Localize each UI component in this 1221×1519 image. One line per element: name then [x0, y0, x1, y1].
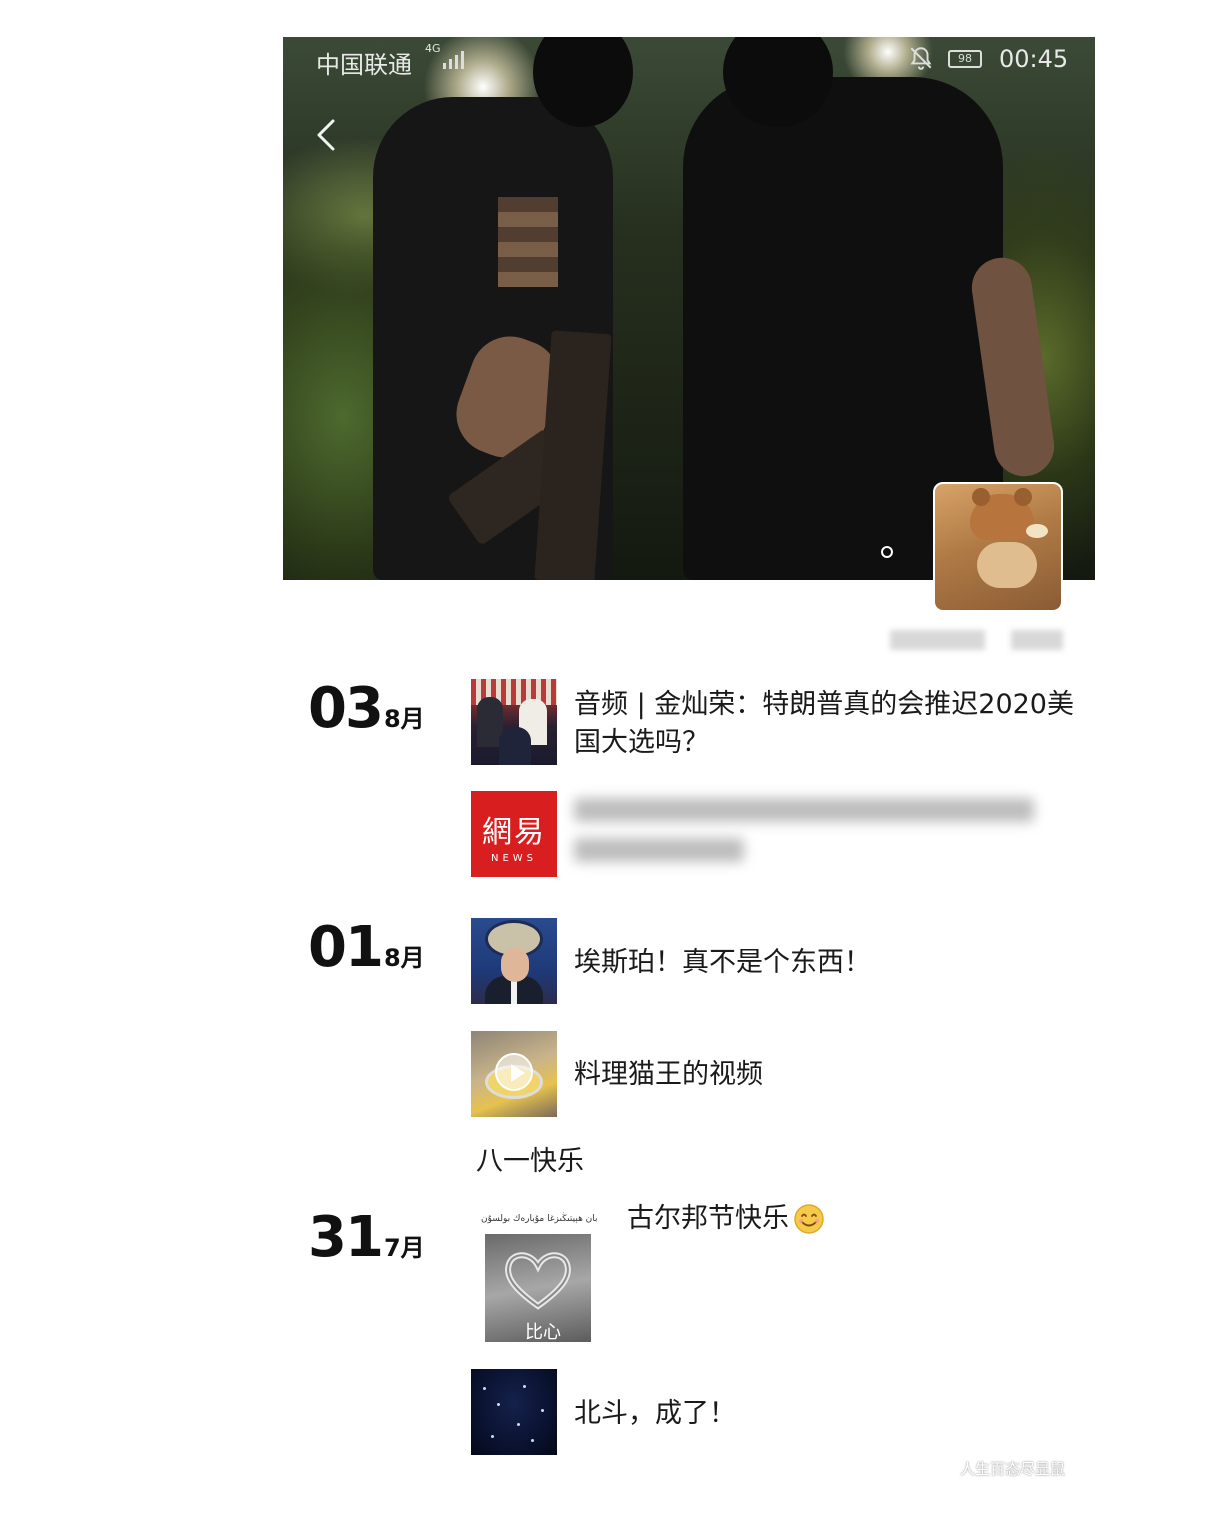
status-bar: 中国联通 4G 98 00:45	[283, 37, 1095, 85]
date-month: 8月	[383, 944, 425, 972]
post-text[interactable]: 音频 | 金灿荣：特朗普真的会推迟2020美国大选吗？	[574, 686, 1074, 762]
post-thumbnail[interactable]	[471, 1369, 557, 1455]
date-day: 03	[308, 676, 384, 741]
bell-off-icon	[908, 45, 934, 77]
watermark: 人生百态尽显鼠	[960, 1460, 1066, 1478]
post-thumbnail[interactable]: قۇربان ھېيتىڭىزغا مۇبارەك بولسۇن 比心	[477, 1210, 597, 1344]
bear-hat	[970, 488, 1048, 540]
post-thumbnail[interactable]: 網易 NEWS	[471, 791, 557, 877]
post-text-blurred[interactable]	[574, 798, 1034, 878]
date-month: 7月	[383, 1234, 425, 1262]
heart-icon	[505, 1252, 571, 1310]
post-thumbnail[interactable]	[471, 918, 557, 1004]
post-text[interactable]: 料理猫王的视频	[574, 1056, 763, 1094]
play-icon[interactable]	[495, 1053, 533, 1091]
clock: 00:45	[999, 45, 1069, 73]
mosaic-blur	[498, 197, 558, 287]
date-day: 01	[308, 915, 384, 980]
netease-news-label: NEWS	[490, 853, 538, 864]
post-text[interactable]: 埃斯珀！真不是个东西！	[574, 944, 871, 982]
date-label: 317月	[308, 1205, 425, 1270]
post-text[interactable]: 古尔邦节快乐	[627, 1200, 789, 1238]
chevron-left-icon	[317, 119, 335, 151]
date-month: 8月	[383, 705, 425, 733]
heart-caption: 比心	[525, 1322, 561, 1343]
post-thumbnail[interactable]	[471, 679, 557, 765]
pager-dot	[881, 546, 893, 558]
date-label: 018月	[308, 915, 425, 980]
network-type: 4G	[425, 42, 441, 55]
uyghur-caption: قۇربان ھېيتىڭىزغا مۇبارەك بولسۇن	[481, 1214, 597, 1224]
post-text[interactable]: 北斗，成了！	[574, 1395, 736, 1433]
nickname-blurred[interactable]	[890, 630, 1063, 652]
carrier-label: 中国联通	[316, 51, 412, 79]
smile-emoji-icon	[794, 1204, 824, 1234]
video-thumbnail[interactable]	[471, 1031, 557, 1117]
post-text-row[interactable]: 古尔邦节快乐	[627, 1200, 825, 1238]
date-label: 038月	[308, 676, 425, 741]
battery-icon: 98	[948, 50, 982, 68]
date-day: 31	[308, 1205, 384, 1270]
cat-face	[977, 542, 1037, 588]
post-text[interactable]: 八一快乐	[476, 1143, 584, 1181]
back-button[interactable]	[309, 117, 345, 153]
profile-avatar[interactable]	[933, 482, 1063, 612]
netease-logo: 網易	[482, 815, 546, 850]
signal-icon	[443, 49, 464, 69]
